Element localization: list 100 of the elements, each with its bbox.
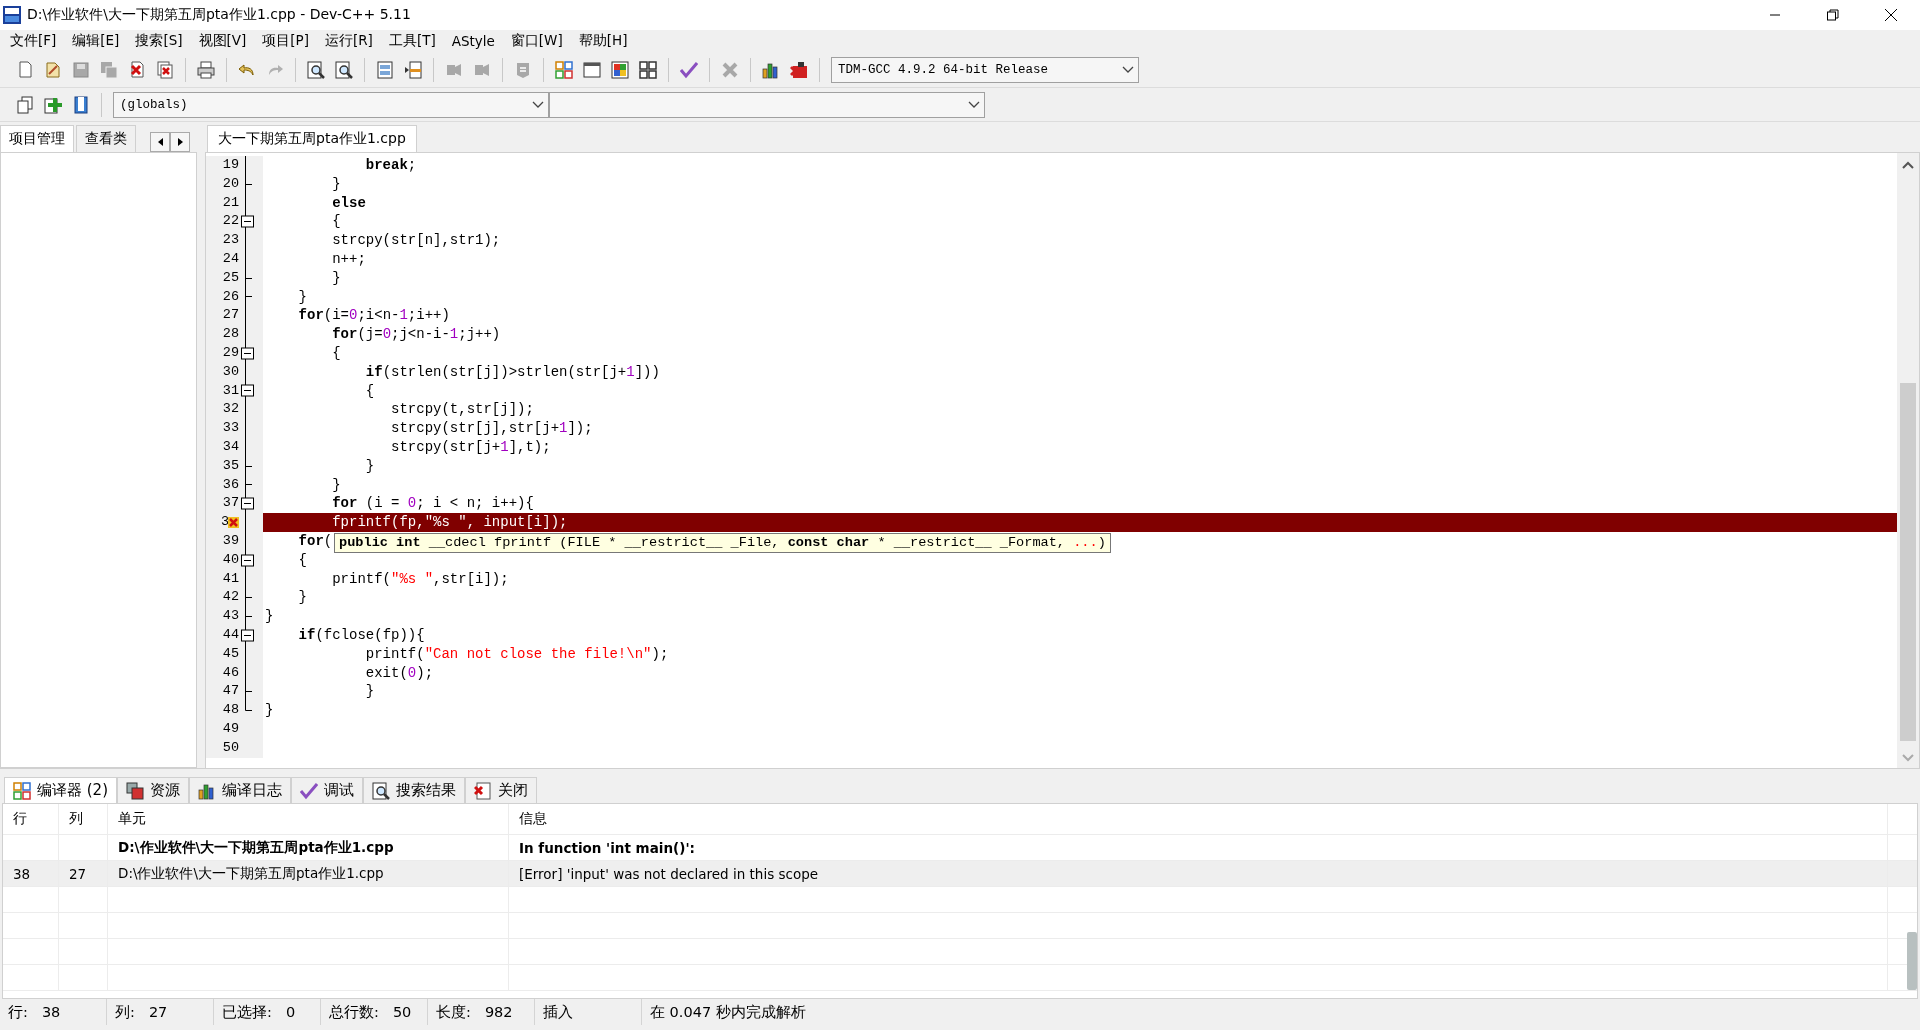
output-tab[interactable]: 编译日志 bbox=[189, 777, 291, 803]
output-tab[interactable]: 编译器 (2) bbox=[4, 777, 117, 803]
line-number: 49 bbox=[222, 719, 239, 738]
search-icon[interactable] bbox=[372, 781, 390, 800]
compiler-select[interactable]: TDM-GCC 4.9.2 64-bit Release bbox=[831, 56, 1139, 83]
code-line: for( bbox=[297, 531, 333, 551]
check-icon[interactable] bbox=[300, 781, 318, 800]
fold-toggle-icon[interactable] bbox=[241, 550, 254, 570]
menu-item[interactable]: 编辑[E] bbox=[64, 32, 128, 50]
scrollbar-thumb[interactable] bbox=[1900, 383, 1916, 741]
code-line: for (i = 0; i < n; i++){ bbox=[331, 494, 534, 514]
menu-item[interactable]: 工具[T] bbox=[380, 32, 444, 50]
line-number: 27 bbox=[222, 306, 239, 325]
fold-toggle-icon[interactable] bbox=[241, 625, 254, 645]
fold-toggle-icon[interactable] bbox=[241, 381, 254, 401]
restore-icon[interactable] bbox=[1827, 9, 1839, 21]
code-line: } bbox=[264, 607, 274, 626]
fold-toggle-icon[interactable] bbox=[241, 212, 254, 232]
code-line: strcpy(str[j+1],t); bbox=[390, 437, 551, 457]
compile-run-icon[interactable] bbox=[611, 60, 629, 79]
menu-item[interactable]: 文件[F] bbox=[2, 32, 65, 50]
menu-item[interactable]: 搜索[S] bbox=[127, 32, 191, 50]
close-all-icon[interactable] bbox=[156, 60, 174, 79]
line-number: 29 bbox=[222, 343, 239, 362]
close-icon[interactable] bbox=[1884, 8, 1898, 22]
scrollbar-thumb[interactable] bbox=[1907, 932, 1917, 990]
grid-icon[interactable] bbox=[13, 781, 31, 800]
fold-guide bbox=[245, 362, 246, 382]
code-line: } bbox=[364, 682, 375, 702]
line-number: 41 bbox=[222, 569, 239, 588]
caret-icon bbox=[1122, 66, 1134, 73]
output-tab[interactable]: 资源 bbox=[117, 777, 189, 803]
menu-item[interactable]: 项目[P] bbox=[254, 32, 317, 50]
code-line: if(fclose(fp)){ bbox=[297, 625, 425, 645]
output-tab[interactable]: 搜索结果 bbox=[363, 777, 465, 803]
line-number: 44 bbox=[222, 625, 239, 644]
line-number: 20 bbox=[222, 174, 239, 193]
print-icon[interactable] bbox=[197, 60, 215, 79]
caret-icon bbox=[968, 101, 980, 108]
menu-item[interactable]: 帮助[H] bbox=[570, 32, 636, 50]
chart-icon[interactable] bbox=[198, 781, 216, 800]
scroll-left-button[interactable] bbox=[150, 132, 170, 152]
code-line: } bbox=[264, 701, 274, 720]
menu-item[interactable]: 窗口[W] bbox=[502, 32, 571, 50]
output-tab[interactable]: 调试 bbox=[291, 777, 363, 803]
line-number: 24 bbox=[222, 250, 239, 268]
fold-toggle-icon[interactable] bbox=[241, 343, 254, 363]
left-arrow-icon bbox=[157, 138, 163, 146]
line-number: 31 bbox=[222, 381, 239, 400]
error-icon bbox=[228, 517, 239, 529]
code-line: } bbox=[364, 456, 375, 476]
output-tab[interactable]: 关闭 bbox=[465, 777, 537, 803]
fold-toggle-icon[interactable] bbox=[241, 494, 254, 514]
line-number: 26 bbox=[222, 287, 239, 306]
line-number: 37 bbox=[222, 494, 239, 513]
close-file-icon[interactable] bbox=[128, 60, 146, 79]
code-line: strcpy(str[n],str1); bbox=[331, 231, 501, 250]
status-label: 总行数: bbox=[329, 1002, 379, 1022]
code-line: break; bbox=[364, 156, 417, 175]
table-cell: In function 'int main()': bbox=[509, 835, 1888, 860]
search-icon[interactable] bbox=[307, 60, 325, 79]
rebuild-icon[interactable] bbox=[639, 60, 657, 79]
scope-select[interactable]: (globals) bbox=[113, 91, 549, 118]
code-line: } bbox=[331, 268, 341, 288]
code-line: } bbox=[297, 287, 307, 307]
code-line: for(j=0;j<n-i-1;j++) bbox=[331, 325, 501, 344]
replace-icon[interactable] bbox=[335, 60, 353, 79]
status-value: 插入 bbox=[543, 1002, 573, 1022]
panel-tab[interactable]: 查看类 bbox=[76, 125, 136, 152]
status-value: 27 bbox=[148, 1004, 168, 1020]
resources-icon[interactable] bbox=[126, 781, 144, 800]
chart-icon[interactable] bbox=[762, 60, 780, 79]
line-number: 40 bbox=[222, 550, 239, 569]
project-icon[interactable] bbox=[16, 95, 34, 114]
column-header: 行 bbox=[3, 804, 59, 834]
compile-icon[interactable] bbox=[555, 60, 573, 79]
line-number: 30 bbox=[222, 362, 239, 381]
code-line: exit(0); bbox=[364, 663, 434, 683]
line-number: 47 bbox=[222, 682, 239, 701]
add-file-icon[interactable] bbox=[44, 95, 62, 114]
check-icon[interactable] bbox=[680, 60, 698, 79]
new-file-icon[interactable] bbox=[16, 60, 34, 79]
panel-tab[interactable]: 项目管理 bbox=[0, 125, 74, 152]
scroll-up-icon[interactable] bbox=[1902, 161, 1914, 169]
bookmark-icon[interactable] bbox=[404, 60, 422, 79]
bookmark-icon[interactable] bbox=[72, 95, 90, 114]
menu-item[interactable]: AStyle bbox=[443, 33, 503, 49]
line-number: 48 bbox=[222, 701, 239, 720]
menu-item[interactable]: 视图[V] bbox=[190, 32, 255, 50]
file-tab[interactable]: 大一下期第五周pta作业1.cpp bbox=[207, 125, 417, 152]
status-label: 长度: bbox=[436, 1002, 471, 1022]
open-file-icon[interactable] bbox=[44, 60, 62, 79]
status-value: 982 bbox=[484, 1004, 513, 1020]
line-number: 35 bbox=[222, 456, 239, 475]
scrollbar[interactable] bbox=[1897, 153, 1919, 768]
scroll-right-button[interactable] bbox=[170, 132, 190, 152]
run-icon[interactable] bbox=[583, 60, 601, 79]
debug-icon[interactable] bbox=[790, 60, 808, 79]
code-line: { bbox=[297, 550, 307, 570]
menu-item[interactable]: 运行[R] bbox=[316, 32, 381, 50]
